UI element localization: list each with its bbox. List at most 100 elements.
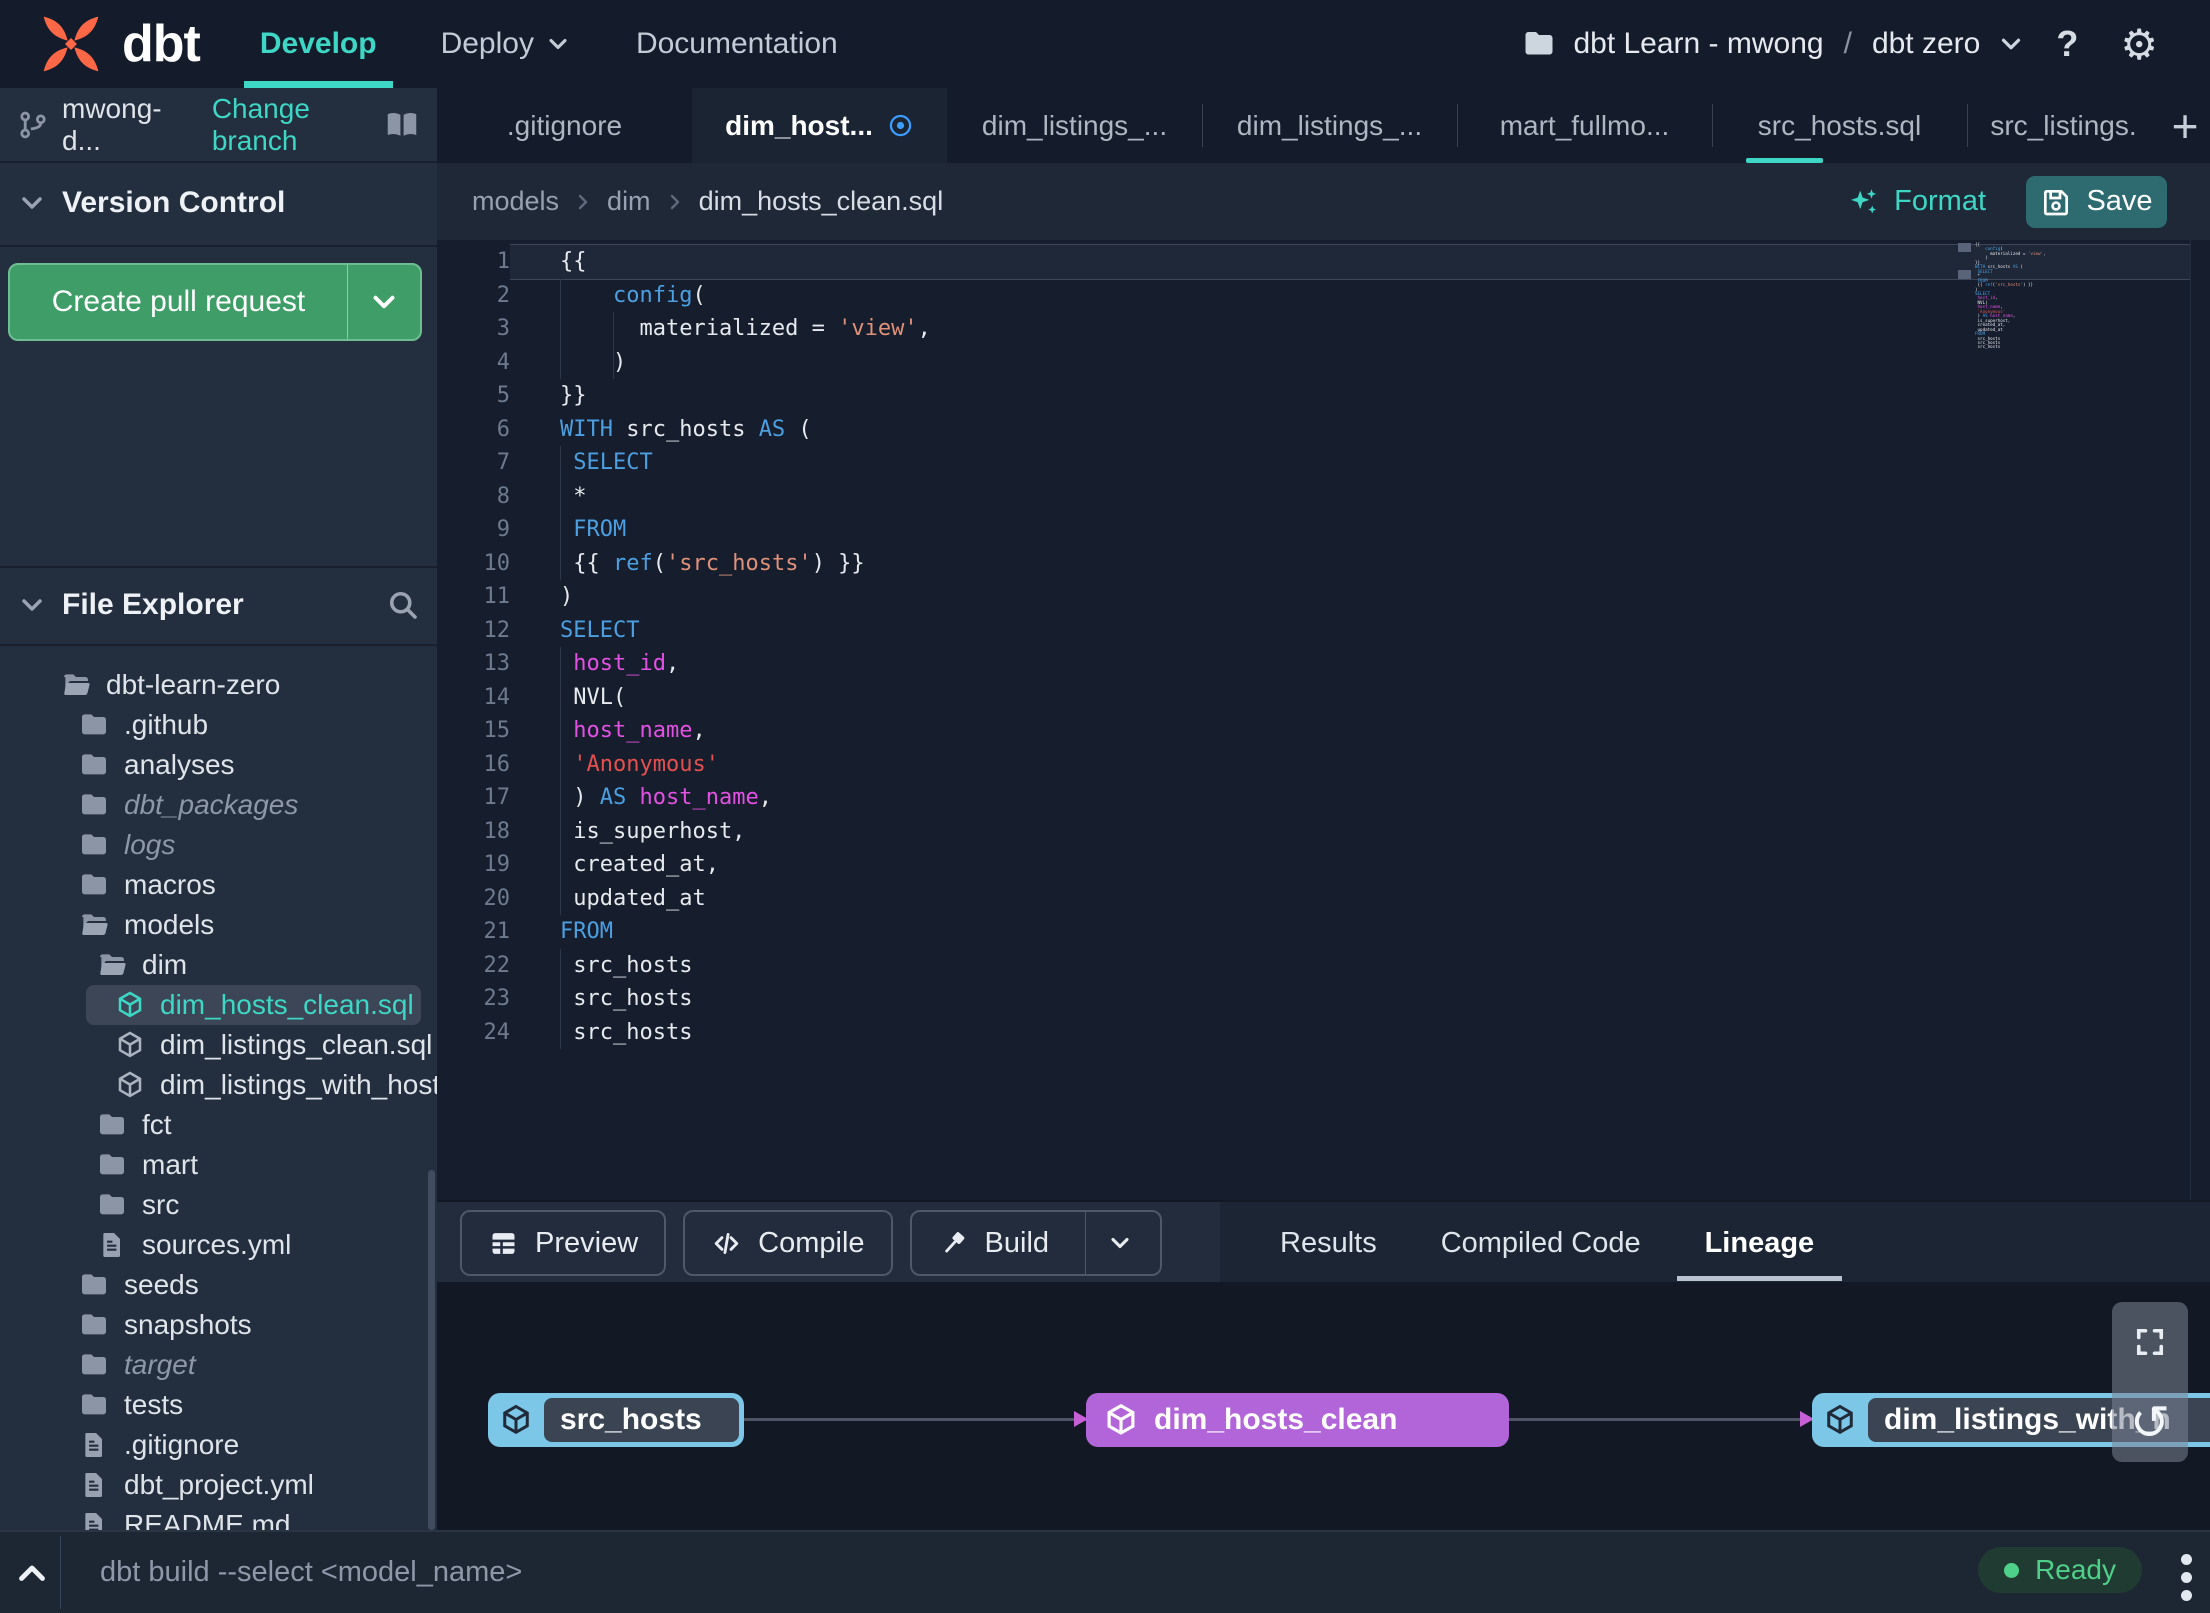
sidebar-scrollbar[interactable] (428, 1170, 435, 1530)
kebab-menu-icon[interactable] (2177, 1550, 2196, 1605)
code-line-1[interactable]: 1 {{ (437, 245, 2190, 279)
tree-item-seeds[interactable]: seeds (0, 1265, 437, 1305)
code-line-19[interactable]: 19 created_at, (437, 848, 2190, 882)
code-line-8[interactable]: 8 * (437, 479, 2190, 513)
panel-tab-results[interactable]: Results (1280, 1202, 1377, 1284)
status-badge[interactable]: Ready (1978, 1547, 2142, 1593)
save-button[interactable]: Save (2026, 175, 2167, 228)
tree-item-dbt-learn-zero[interactable]: dbt-learn-zero (0, 665, 437, 705)
code-line-6[interactable]: 6 WITH src_hosts AS ( (437, 413, 2190, 447)
tree-item-fct[interactable]: fct (0, 1105, 437, 1145)
tree-item-dim-listings-with-hosts[interactable]: dim_listings_with_hosts... (0, 1065, 437, 1105)
project-switcher[interactable]: dbt Learn - mwong / dbt zero (1521, 26, 2026, 62)
code-line-23[interactable]: 23 src_hosts (437, 982, 2190, 1016)
panel-tab-compiled-code[interactable]: Compiled Code (1441, 1202, 1641, 1284)
code-line-5[interactable]: 5}} (437, 379, 2190, 413)
tree-item-analyses[interactable]: analyses (0, 745, 437, 785)
code-line-2[interactable]: 2 config( (437, 278, 2190, 312)
version-control-header[interactable]: Version Control (0, 163, 437, 243)
code-line-16[interactable]: 16 'Anonymous' (437, 747, 2190, 781)
tree-item-macros[interactable]: macros (0, 865, 437, 905)
dbt-logo[interactable]: dbt (30, 3, 201, 85)
tree-item-src[interactable]: src (0, 1185, 437, 1225)
tree-item-models[interactable]: models (0, 905, 437, 945)
code-line-22[interactable]: 22 src_hosts (437, 948, 2190, 982)
file-tab-dim-listings[interactable]: dim_listings_... (947, 88, 1202, 163)
code-token: , (758, 785, 772, 810)
code-line-9[interactable]: 9 FROM (437, 513, 2190, 547)
tree-item-tests[interactable]: tests (0, 1385, 437, 1425)
breadcrumb-segment-dim-hosts-clean-sql[interactable]: dim_hosts_clean.sql (699, 186, 944, 217)
file-tab-dim-listings[interactable]: dim_listings_... (1202, 88, 1457, 163)
tree-item-sources-yml[interactable]: sources.yml (0, 1225, 437, 1265)
file-tab-src-listings[interactable]: src_listings. (1967, 88, 2160, 163)
new-tab-button[interactable]: + (2160, 88, 2210, 163)
create-pull-request-button[interactable]: Create pull request (8, 263, 422, 341)
search-icon[interactable] (385, 587, 421, 623)
tree-item-dbt-project-yml[interactable]: dbt_project.yml (0, 1465, 437, 1505)
file-explorer-header[interactable]: File Explorer (0, 568, 437, 642)
model-cube-icon (114, 989, 146, 1021)
nav-item-deploy[interactable]: Deploy (441, 0, 572, 88)
chevron-up-icon[interactable] (14, 1556, 50, 1592)
tree-item-dbt-packages[interactable]: dbt_packages (0, 785, 437, 825)
breadcrumb-segment-models[interactable]: models (472, 186, 559, 217)
tree-item-snapshots[interactable]: snapshots (0, 1305, 437, 1345)
tree-item-dim[interactable]: dim (0, 945, 437, 985)
editor-scrollbar[interactable] (2190, 240, 2191, 1200)
code-area[interactable]: 1{{2 config(3 materialized = 'view', 4 ) 5… (437, 245, 2190, 1049)
code-line-18[interactable]: 18 is_superhost, (437, 814, 2190, 848)
tree-item-logs[interactable]: logs (0, 825, 437, 865)
gear-icon[interactable]: ⚙ (2108, 20, 2170, 69)
code-line-21[interactable]: 21 FROM (437, 915, 2190, 949)
nav-item-documentation[interactable]: Documentation (636, 0, 838, 88)
lineage-node-dim-hosts-clean[interactable]: dim_hosts_clean (1086, 1393, 1509, 1447)
lineage-edge (744, 1411, 1088, 1427)
code-line-20[interactable]: 20 updated_at (437, 881, 2190, 915)
tree-item-github[interactable]: .github (0, 705, 437, 745)
code-line-24[interactable]: 24 src_hosts (437, 1015, 2190, 1049)
code-line-3[interactable]: 3 materialized = 'view', (437, 312, 2190, 346)
pr-dropdown-chevron-icon[interactable] (348, 285, 420, 319)
nav-item-develop[interactable]: Develop (243, 0, 393, 88)
code-line-17[interactable]: 17 ) AS host_name, (437, 781, 2190, 815)
code-line-7[interactable]: 7 SELECT (437, 446, 2190, 480)
format-button[interactable]: Format (1846, 185, 1986, 219)
code-token: materialized = (560, 316, 839, 341)
build-button[interactable]: Build (909, 1210, 1163, 1276)
help-icon[interactable]: ? (2044, 23, 2090, 65)
tree-item-dim-hosts-clean-sql[interactable]: dim_hosts_clean.sql (86, 985, 421, 1025)
file-tab-gitignore[interactable]: .gitignore (437, 88, 692, 163)
change-branch-link[interactable]: Change branch (212, 93, 383, 157)
code-line-12[interactable]: 12 SELECT (437, 614, 2190, 648)
divider (1085, 1212, 1087, 1274)
file-tab-src-hosts-sql[interactable]: src_hosts.sql (1712, 88, 1967, 163)
breadcrumb-segment-dim[interactable]: dim (607, 186, 651, 217)
code-line-4[interactable]: 4 ) (437, 345, 2190, 379)
compile-button[interactable]: Compile (683, 1210, 893, 1276)
code-line-11[interactable]: 11) (437, 580, 2190, 614)
tree-item-dim-listings-clean-sql[interactable]: dim_listings_clean.sql (0, 1025, 437, 1065)
code-token: is_superhost, (560, 818, 746, 844)
lineage-node-src-hosts[interactable]: src_hosts (488, 1393, 744, 1447)
tree-item-gitignore[interactable]: .gitignore (0, 1425, 437, 1465)
panel-tab-lineage[interactable]: Lineage (1676, 1202, 1842, 1284)
hammer-icon (938, 1228, 969, 1259)
code-line-13[interactable]: 13 host_id, (437, 647, 2190, 681)
tree-item-target[interactable]: target (0, 1345, 437, 1385)
file-tab-mart-fullmo[interactable]: mart_fullmo... (1457, 88, 1712, 163)
reset-view-icon[interactable]: ↺ (2130, 1400, 2170, 1448)
code-line-14[interactable]: 14 NVL( (437, 680, 2190, 714)
tree-item-mart[interactable]: mart (0, 1145, 437, 1185)
code-line-15[interactable]: 15 host_name, (437, 714, 2190, 748)
command-input[interactable]: dbt build --select <model_name> (100, 1532, 522, 1613)
build-dropdown-chevron-icon[interactable] (1106, 1229, 1134, 1257)
code-line-10[interactable]: 10 {{ ref('src_hosts') }} (437, 546, 2190, 580)
tree-item-readme-md[interactable]: README.md (0, 1505, 437, 1532)
preview-button[interactable]: Preview (460, 1210, 667, 1276)
file-tab-dim-host[interactable]: dim_host... (692, 88, 947, 163)
code-editor[interactable]: 1{{2 config(3 materialized = 'view', 4 ) 5… (437, 240, 2210, 1200)
fullscreen-icon[interactable] (2132, 1324, 2168, 1360)
minimap[interactable]: {{ config( materialized = 'view', )}} WIT… (1975, 242, 2097, 350)
docs-book-icon[interactable] (383, 106, 421, 144)
